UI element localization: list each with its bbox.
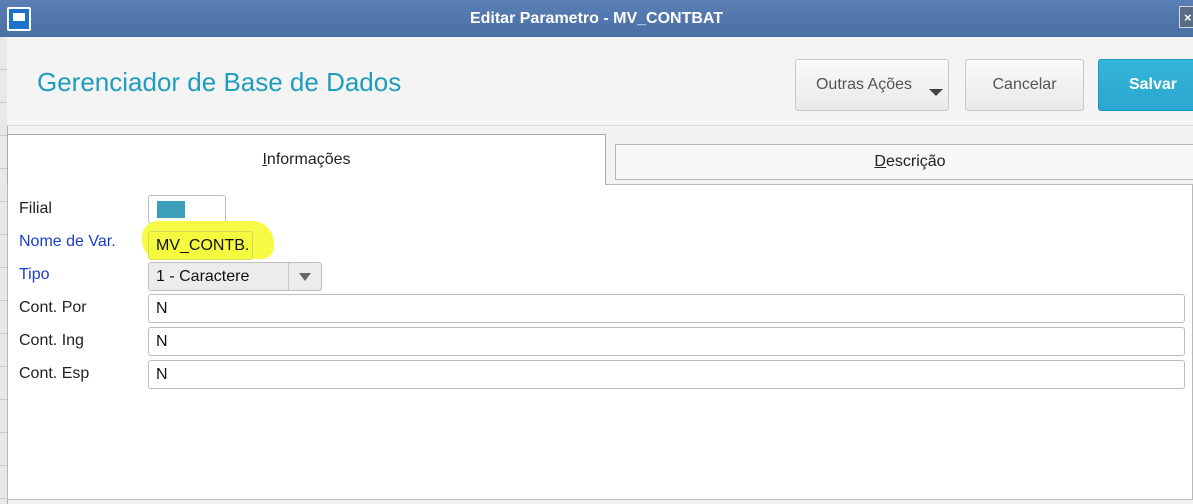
nome-var-label: Nome de Var. xyxy=(19,233,116,250)
tipo-label: Tipo xyxy=(19,266,50,283)
header-bar: Gerenciador de Base de Dados Outras Açõe… xyxy=(7,37,1193,126)
cont-esp-field[interactable]: N xyxy=(148,360,1185,389)
dropdown-arrow-icon[interactable] xyxy=(288,263,321,290)
window-title: Editar Parametro - MV_CONTBAT xyxy=(469,9,724,27)
tab-informacoes-label-rest: nformações xyxy=(266,151,351,168)
chevron-down-icon xyxy=(929,89,943,96)
form-panel: Filial Nome de Var. MV_CONTB. Tipo 1 - C… xyxy=(7,184,1193,500)
title-bar: Editar Parametro - MV_CONTBAT × xyxy=(0,0,1193,37)
tab-descricao-mnemonic: D xyxy=(874,153,886,170)
filial-field[interactable] xyxy=(148,195,226,224)
tab-descricao-label-rest: escrição xyxy=(885,153,946,170)
filial-value-swatch xyxy=(157,201,185,218)
tab-descricao[interactable]: Descrição xyxy=(615,144,1193,180)
app-window-icon xyxy=(7,7,31,31)
tipo-select[interactable]: 1 - Caractere xyxy=(148,262,322,291)
other-actions-button[interactable]: Outras Ações xyxy=(795,59,949,111)
dialog-window: Editar Parametro - MV_CONTBAT × Gerencia… xyxy=(0,0,1193,504)
cont-por-label: Cont. Por xyxy=(19,299,87,316)
page-title: Gerenciador de Base de Dados xyxy=(37,67,402,97)
other-actions-label: Outras Ações xyxy=(815,76,913,93)
cont-ing-field[interactable]: N xyxy=(148,327,1185,356)
filial-label: Filial xyxy=(19,200,52,217)
tab-informacoes-label: Informações xyxy=(262,151,350,169)
close-button[interactable]: × xyxy=(1179,6,1193,28)
save-button[interactable]: Salvar xyxy=(1098,59,1193,111)
cont-esp-label: Cont. Esp xyxy=(19,365,90,382)
tab-descricao-label: Descrição xyxy=(874,153,945,171)
cont-por-field[interactable]: N xyxy=(148,294,1185,323)
tipo-selected-value: 1 - Caractere xyxy=(156,267,250,285)
tab-informacoes[interactable]: Informações xyxy=(7,134,606,185)
cont-ing-label: Cont. Ing xyxy=(19,332,84,349)
cancel-button[interactable]: Cancelar xyxy=(965,59,1084,111)
nome-var-field[interactable]: MV_CONTB. xyxy=(148,231,253,260)
